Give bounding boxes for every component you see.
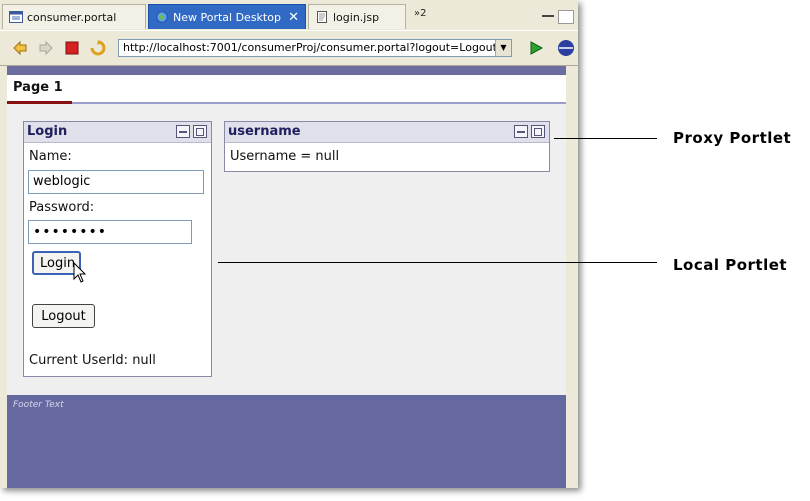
minimize-portlet-icon[interactable] xyxy=(176,125,190,138)
go-arrow-icon[interactable] xyxy=(528,40,544,56)
portlet-titlebar: username xyxy=(225,122,549,143)
tab-consumer-portal[interactable]: consumer.portal xyxy=(2,4,146,29)
minimize-portlet-icon[interactable] xyxy=(514,125,528,138)
proxy-callout-line xyxy=(554,138,657,139)
proxy-portlet-callout: Proxy Portlet xyxy=(673,129,792,147)
logout-button[interactable]: Logout xyxy=(32,304,95,328)
address-bar-text: http://localhost:7001/consumerProj/consu… xyxy=(123,41,497,54)
jsp-file-icon xyxy=(317,11,327,23)
maximize-icon[interactable] xyxy=(558,10,574,24)
portal-content-area: Login Name: weblogic Password: •••••••• … xyxy=(7,104,566,395)
footer-text: Footer Text xyxy=(13,400,64,410)
tab-label: New Portal Desktop xyxy=(173,11,281,24)
portal-file-icon xyxy=(9,11,23,23)
portal-desktop: Page 1 Login Name: weblogic Password: ••… xyxy=(7,66,566,488)
name-label: Name: xyxy=(29,149,72,164)
password-label: Password: xyxy=(29,200,95,215)
tab-new-portal-desktop[interactable]: New Portal Desktop ✕ xyxy=(148,4,306,29)
refresh-icon[interactable] xyxy=(90,40,106,56)
portal-header-bar xyxy=(7,66,566,75)
globe-icon xyxy=(156,11,168,23)
current-userid-text: Current UserId: null xyxy=(29,353,156,368)
editor-tab-strip: consumer.portal New Portal Desktop ✕ log… xyxy=(0,4,578,30)
portlet-titlebar: Login xyxy=(24,122,211,143)
page-tab[interactable]: Page 1 xyxy=(13,80,63,95)
mouse-cursor-icon xyxy=(73,262,87,283)
local-callout-line xyxy=(218,262,657,263)
stop-icon[interactable] xyxy=(64,40,80,56)
address-dropdown-icon[interactable]: ▼ xyxy=(495,40,511,56)
maximize-portlet-icon[interactable] xyxy=(531,125,545,138)
address-bar[interactable]: http://localhost:7001/consumerProj/consu… xyxy=(118,39,512,57)
minimize-icon[interactable] xyxy=(542,15,554,17)
browser-window: consumer.portal New Portal Desktop ✕ log… xyxy=(0,0,578,488)
back-arrow-icon[interactable] xyxy=(12,40,28,56)
password-input[interactable]: •••••••• xyxy=(28,220,192,244)
maximize-portlet-icon[interactable] xyxy=(193,125,207,138)
login-portlet: Login Name: weblogic Password: •••••••• … xyxy=(23,121,212,377)
portlet-title: Login xyxy=(27,124,68,139)
username-portlet: username Username = null xyxy=(224,121,550,172)
browser-toolbar: http://localhost:7001/consumerProj/consu… xyxy=(0,30,578,66)
username-text: Username = null xyxy=(230,149,340,164)
local-portlet-callout: Local Portlet xyxy=(673,256,788,274)
name-input[interactable]: weblogic xyxy=(28,170,204,194)
tab-label: consumer.portal xyxy=(27,11,117,24)
portal-footer: Footer Text xyxy=(7,395,566,488)
tab-login-jsp[interactable]: login.jsp xyxy=(308,4,406,29)
tab-overflow-button[interactable]: »2 xyxy=(414,8,426,19)
tab-label: login.jsp xyxy=(333,11,380,24)
forward-arrow-icon[interactable] xyxy=(38,40,54,56)
close-icon[interactable]: ✕ xyxy=(288,5,299,30)
eclipse-launch-icon[interactable] xyxy=(556,40,576,56)
portlet-title: username xyxy=(228,124,301,139)
